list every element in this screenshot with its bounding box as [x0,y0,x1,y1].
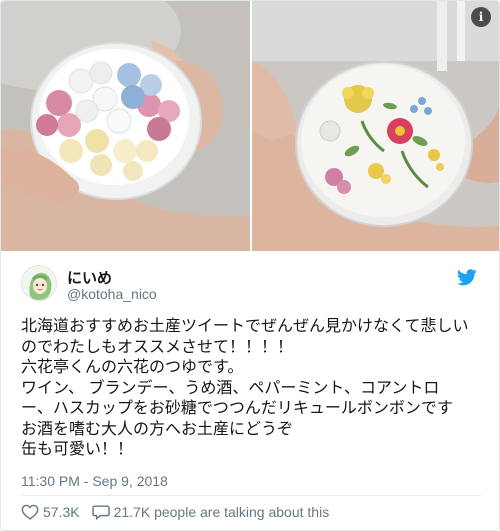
embedded-tweet-card: i にいめ @kotoha_nico 北海道おすすめお土産ツイートでぜんぜん見か… [0,0,500,531]
heart-icon [21,504,39,520]
tweet-text-line: 缶も可愛い！！ [21,441,134,458]
photo-open-tin[interactable] [1,1,250,251]
photo-floral-tin[interactable]: i [252,1,499,251]
tweet-text-line: のでわたしもオススメさせて！！！！ [21,338,294,356]
tweet-actions: 57.3K 21.7K people are talking about thi… [21,501,341,523]
tweet-text-line: ー、ハスカップをお砂糖でつつんだリキュールボンボンです [21,400,453,417]
like-count: 57.3K [43,504,80,520]
tweet-text-line: 北海道おすすめお土産ツイートでぜんぜん見かけなくて悲しい [21,318,469,335]
tweet-timestamp[interactable]: 11:30 PM - Sep 9, 2018 [21,473,168,489]
tweet-text-line: お酒を嗜む大人の方へお土産にどうぞ [21,420,294,438]
tweet-text-line: 六花亭くんの六花のつゆです。 [21,359,244,376]
photo-floral-tin-illustration [252,1,499,251]
tweet-text-line: ワイン、 ブランデー、うめ酒、ペパーミント、コアントロ [21,379,440,397]
like-button[interactable]: 57.3K [21,504,80,520]
divider [21,495,481,496]
photo-open-tin-illustration [1,1,250,251]
talking-text: 21.7K people are talking about this [113,504,330,520]
twitter-bird-icon[interactable] [457,269,477,286]
talking-link[interactable]: 21.7K people are talking about this [91,504,330,520]
tweet-media: i [1,1,499,251]
tweet-text: 北海道おすすめお土産ツイートでぜんぜん見かけなくて悲しい のでわたしもオススメさ… [21,317,491,461]
avatar[interactable] [21,265,57,301]
display-name[interactable]: にいめ [67,267,112,288]
info-icon[interactable]: i [471,7,491,27]
twitter-bird-glyph [457,269,477,286]
user-handle[interactable]: @kotoha_nico [67,286,157,302]
speech-bubble-icon [91,505,110,520]
